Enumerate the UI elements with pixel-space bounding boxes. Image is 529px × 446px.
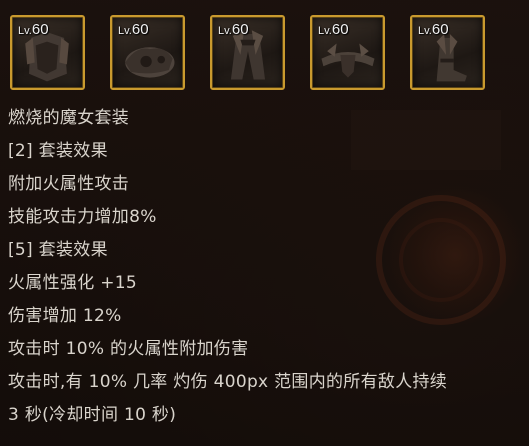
item-level-label: Lv.60: [318, 21, 349, 38]
set-bonus-5-line: 火属性强化 +15: [8, 273, 137, 293]
item-slot-4[interactable]: Lv.60: [310, 15, 385, 90]
set-bonus-5-header: [5] 套装效果: [8, 240, 108, 260]
set-bonus-2-line: 技能攻击力增加8%: [8, 207, 157, 227]
item-slot-2[interactable]: Lv.60: [110, 15, 185, 90]
item-slot-3[interactable]: Lv.60: [210, 15, 285, 90]
item-slot-1[interactable]: Lv.60: [10, 15, 85, 90]
set-bonus-5-line: 伤害增加 12%: [8, 306, 122, 326]
set-items-row: Lv.60 Lv.60 Lv.60 Lv.60 Lv.60: [10, 15, 520, 93]
item-level-label: Lv.60: [18, 21, 49, 38]
item-level-label: Lv.60: [218, 21, 249, 38]
set-bonus-5-line: 3 秒(冷却时间 10 秒): [8, 405, 177, 425]
set-description: 燃烧的魔女套装 [2] 套装效果 附加火属性攻击 技能攻击力增加8% [5] 套…: [8, 102, 523, 432]
item-level-label: Lv.60: [118, 21, 149, 38]
set-bonus-2-line: 附加火属性攻击: [8, 174, 130, 194]
item-slot-5[interactable]: Lv.60: [410, 15, 485, 90]
set-bonus-2-header: [2] 套装效果: [8, 141, 108, 161]
set-bonus-5-line: 攻击时,有 10% 几率 灼伤 400px 范围内的所有敌人持续: [8, 372, 448, 392]
set-name: 燃烧的魔女套装: [8, 108, 130, 128]
item-level-label: Lv.60: [418, 21, 449, 38]
set-bonus-5-line: 攻击时 10% 的火属性附加伤害: [8, 339, 249, 359]
set-tooltip-panel: Lv.60 Lv.60 Lv.60 Lv.60 Lv.60 燃烧的魔女套装 [2…: [0, 0, 529, 446]
